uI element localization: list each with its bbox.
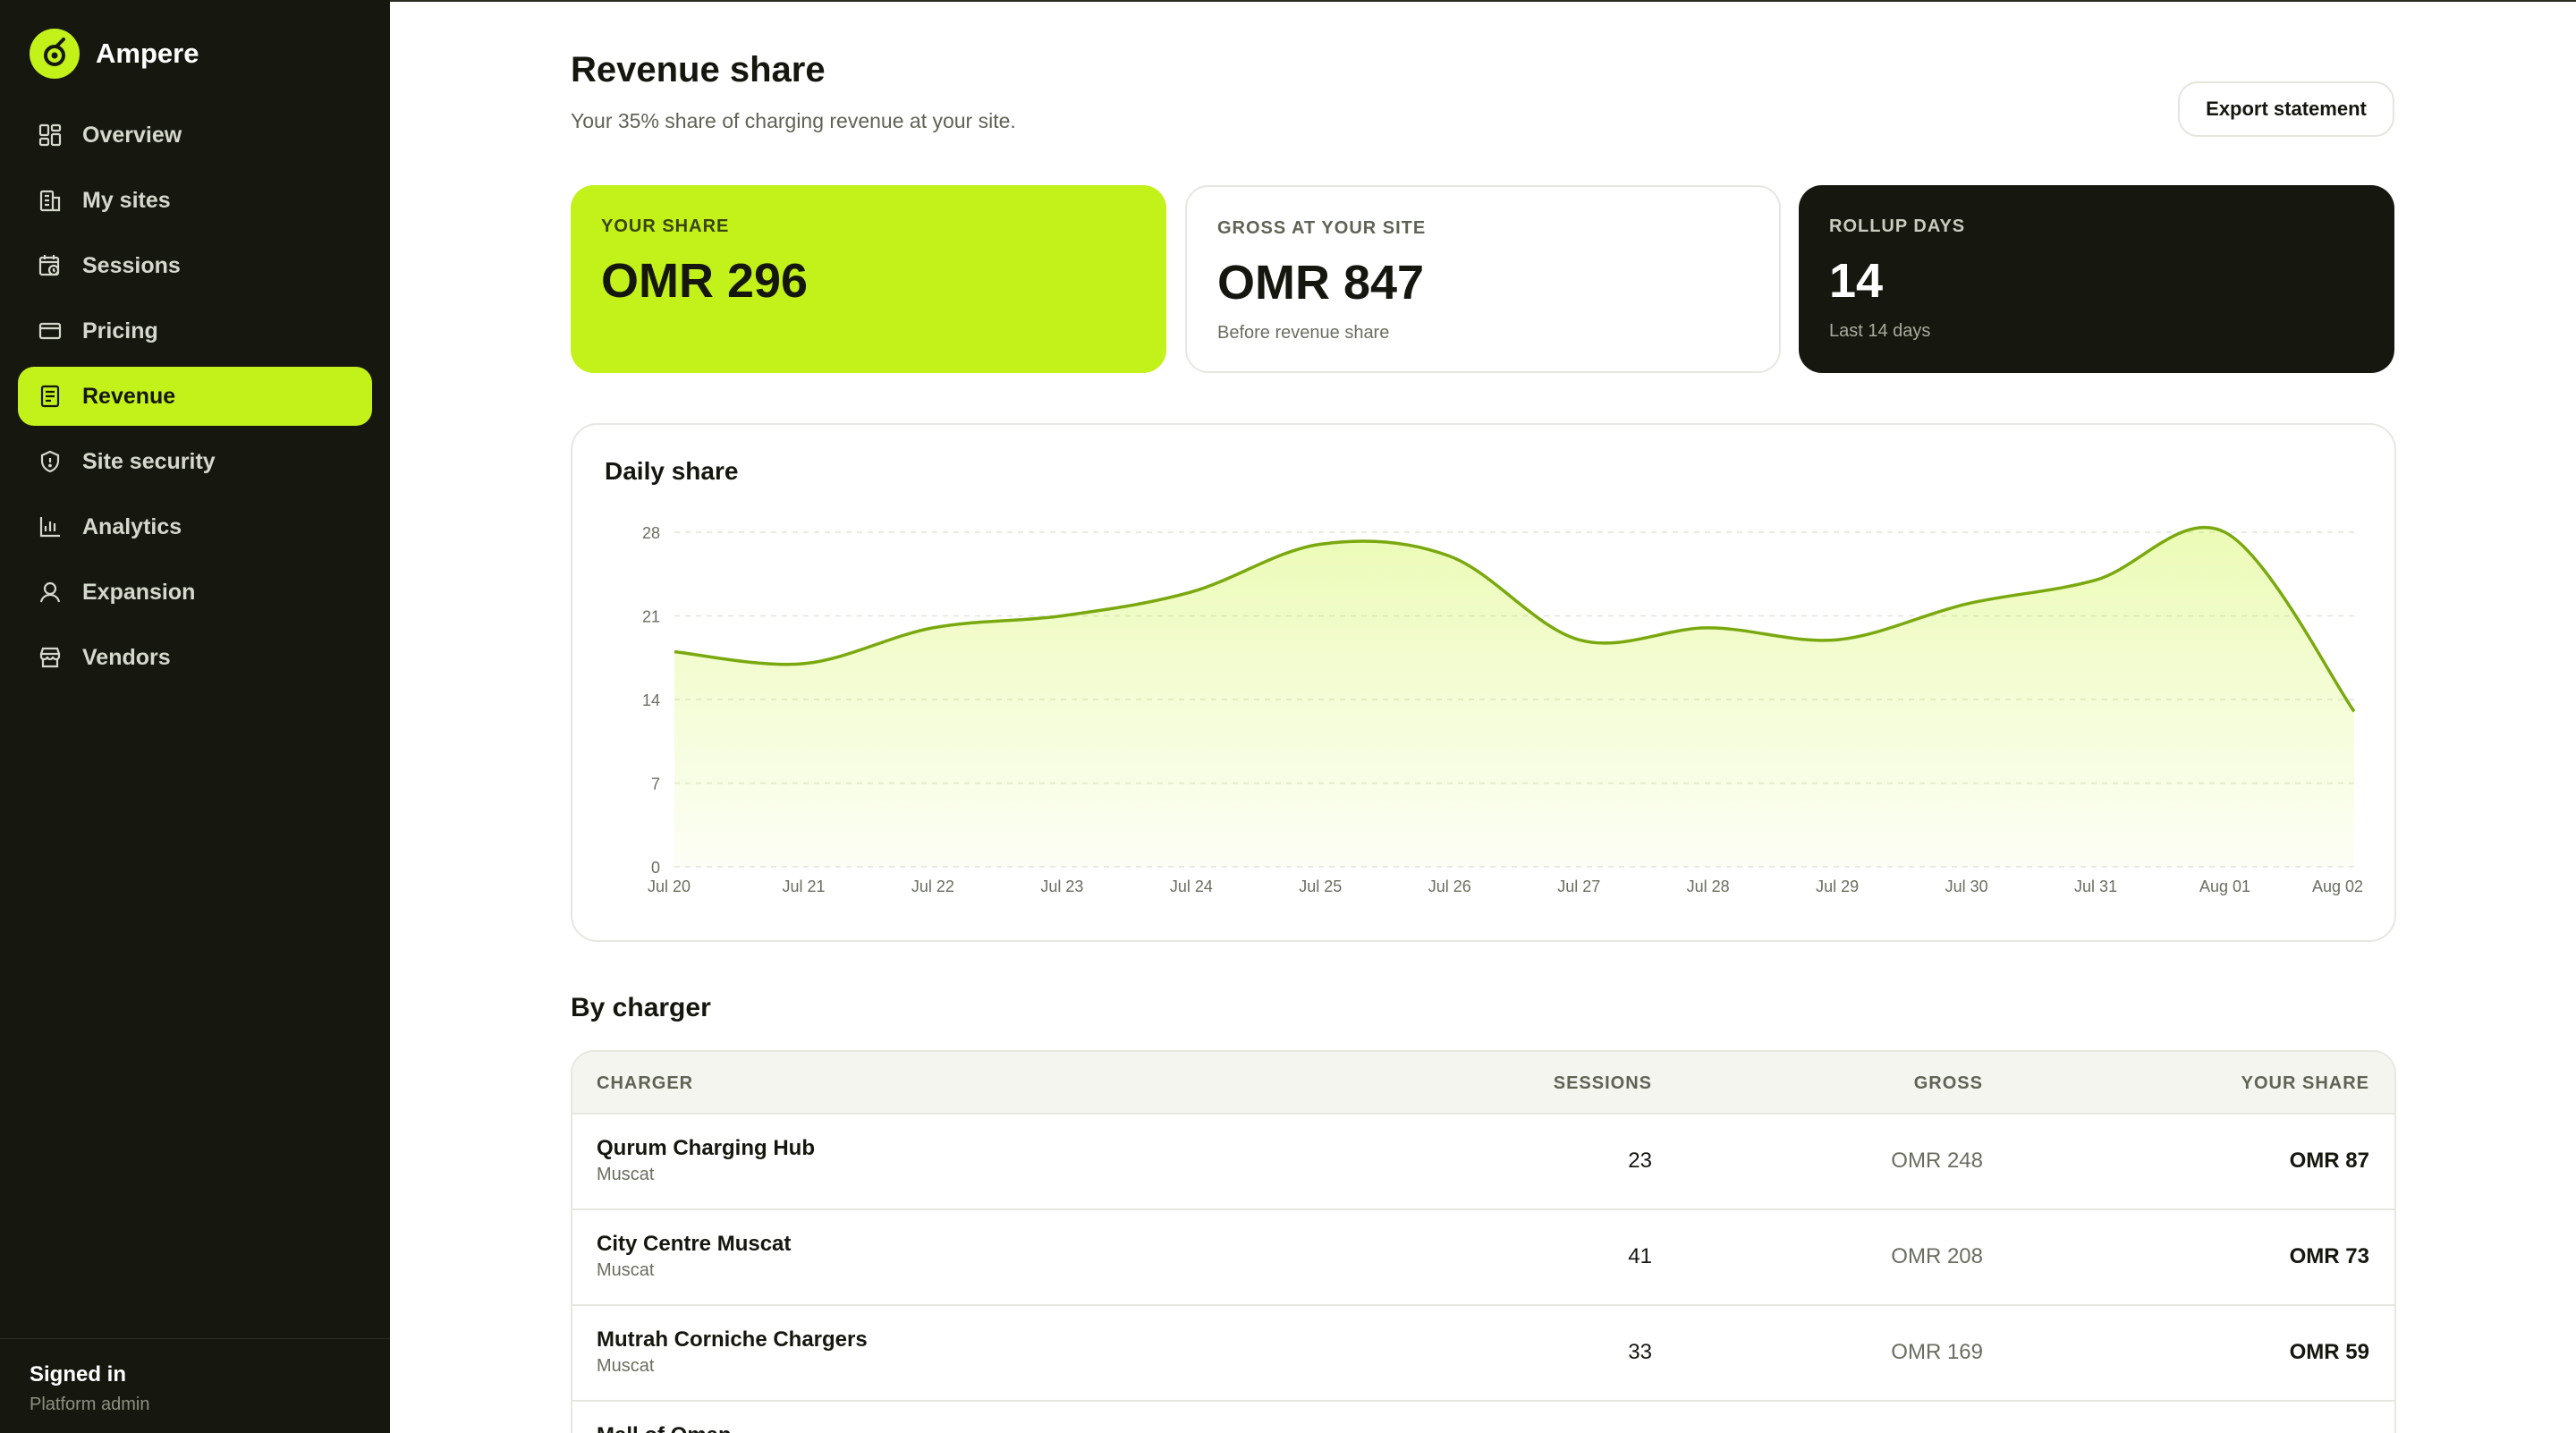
- share-cell: OMR 73: [2289, 1244, 2369, 1268]
- shield-icon: [36, 447, 64, 476]
- sidebar-item-expansion[interactable]: Expansion: [18, 563, 372, 622]
- sidebar-item-overview[interactable]: Overview: [18, 106, 372, 165]
- charger-city: Muscat: [597, 1260, 655, 1280]
- grid-icon: [36, 121, 64, 149]
- stat-card-your-share: YOUR SHARE OMR 296: [571, 185, 1166, 373]
- sidebar-item-site-security[interactable]: Site security: [18, 432, 372, 491]
- x-tick-label: Jul 26: [1428, 878, 1471, 895]
- x-tick-label: Jul 31: [2074, 878, 2117, 895]
- charger-city: Muscat: [597, 1165, 655, 1184]
- charger-name: Qurum Charging Hub: [597, 1136, 815, 1160]
- bar-chart-icon: [36, 513, 64, 541]
- sidebar-item-label: Vendors: [82, 644, 171, 670]
- chart-title: Daily share: [605, 457, 739, 485]
- stat-value: 14: [1829, 254, 1884, 308]
- y-tick-label: 7: [651, 776, 660, 793]
- signed-in-title: Signed in: [30, 1362, 126, 1386]
- gross-cell: OMR 248: [1891, 1149, 1983, 1173]
- building-icon: [36, 186, 64, 215]
- table-row[interactable]: Mutrah Corniche Chargers Muscat 33 OMR 1…: [572, 1306, 2394, 1402]
- x-tick-label: Aug 02: [2312, 878, 2363, 895]
- column-header-sessions[interactable]: SESSIONS: [1554, 1073, 1652, 1094]
- sessions-cell: 23: [1628, 1149, 1652, 1173]
- stat-subtext: Before revenue share: [1217, 323, 1390, 343]
- y-tick-label: 21: [642, 608, 660, 626]
- x-tick-label: Aug 01: [2199, 878, 2250, 895]
- page-title: Revenue share: [571, 50, 826, 89]
- sidebar-item-revenue[interactable]: Revenue: [18, 367, 372, 426]
- charger-table: CHARGER SESSIONS GROSS YOUR SHARE Qurum …: [571, 1050, 2396, 1433]
- daily-share-chart-card: 0 7 14 21 28 Jul 20 Jul 21 Jul 22 Jul 23 Jul 24 Ju…: [571, 423, 2396, 942]
- calendar-clock-icon: [36, 251, 64, 280]
- stat-value: OMR 296: [601, 254, 809, 308]
- app-name: Ampere: [96, 38, 199, 69]
- user-role: Platform admin: [30, 1395, 150, 1414]
- stat-subtext: Last 14 days: [1829, 321, 1931, 341]
- sidebar-item-vendors[interactable]: Vendors: [18, 628, 372, 687]
- charger-name: Mall of Oman: [597, 1423, 732, 1433]
- daily-share-chart: 0 7 14 21 28 Jul 20 Jul 21 Jul 22 Jul 23 Jul 24 Ju…: [642, 524, 2363, 895]
- sidebar-item-sessions[interactable]: Sessions: [18, 236, 372, 295]
- sidebar-item-label: Expansion: [82, 579, 196, 605]
- stat-label: YOUR SHARE: [601, 216, 730, 236]
- x-tick-label: Jul 20: [648, 878, 691, 895]
- stat-card-rollup-days: ROLLUP DAYS 14 Last 14 days: [1799, 185, 2394, 373]
- sidebar-item-label: Revenue: [82, 383, 176, 409]
- x-tick-label: Jul 30: [1945, 878, 1988, 895]
- gross-cell: OMR 208: [1891, 1244, 1983, 1268]
- x-tick-label: Jul 29: [1816, 878, 1859, 895]
- x-tick-label: Jul 27: [1557, 878, 1600, 895]
- stat-label: ROLLUP DAYS: [1829, 216, 1966, 236]
- x-tick-label: Jul 28: [1687, 878, 1730, 895]
- sidebar-item-analytics[interactable]: Analytics: [18, 497, 372, 556]
- x-tick-label: Jul 23: [1040, 878, 1083, 895]
- table-header: CHARGER SESSIONS GROSS YOUR SHARE: [572, 1052, 2394, 1115]
- charger-name: Mutrah Corniche Chargers: [597, 1327, 868, 1352]
- x-tick-label: Jul 21: [782, 878, 825, 895]
- page-subtitle: Your 35% share of charging revenue at yo…: [571, 109, 1016, 132]
- gross-cell: OMR 169: [1891, 1340, 1983, 1364]
- y-tick-label: 0: [651, 859, 660, 877]
- main-content: Revenue share Your 35% share of charging…: [390, 0, 2576, 1433]
- by-charger-title: By charger: [571, 993, 711, 1022]
- sessions-cell: 41: [1628, 1244, 1652, 1268]
- stat-label: GROSS AT YOUR SITE: [1217, 218, 1427, 238]
- sidebar-item-label: Analytics: [82, 513, 182, 539]
- stat-value: OMR 847: [1217, 256, 1425, 309]
- x-tick-label: Jul 22: [911, 878, 954, 895]
- share-cell: OMR 87: [2289, 1149, 2369, 1173]
- column-header-your-share[interactable]: YOUR SHARE: [2241, 1073, 2369, 1094]
- ampere-logo-icon: [30, 29, 80, 79]
- table-row[interactable]: Mall of Oman: [572, 1402, 2394, 1433]
- y-tick-label: 28: [642, 524, 660, 542]
- sidebar: Ampere Overview My sites Sessions Pricin…: [0, 0, 390, 1433]
- charger-city: Muscat: [597, 1356, 655, 1376]
- sidebar-item-pricing[interactable]: Pricing: [18, 301, 372, 360]
- store-icon: [36, 643, 64, 672]
- export-statement-button[interactable]: Export statement: [2178, 81, 2394, 137]
- column-header-gross[interactable]: GROSS: [1914, 1073, 1983, 1094]
- table-row[interactable]: Qurum Charging Hub Muscat 23 OMR 248 OMR…: [572, 1115, 2394, 1210]
- sidebar-item-label: Pricing: [82, 318, 158, 343]
- sidebar-nav: Overview My sites Sessions Pricing Reven…: [18, 106, 372, 693]
- x-tick-label: Jul 24: [1170, 878, 1213, 895]
- sessions-cell: 33: [1628, 1340, 1652, 1364]
- charger-name: City Centre Muscat: [597, 1232, 792, 1256]
- stat-card-gross: GROSS AT YOUR SITE OMR 847 Before revenu…: [1185, 185, 1781, 373]
- card-icon: [36, 317, 64, 345]
- receipt-icon: [36, 382, 64, 411]
- sidebar-item-label: My sites: [82, 187, 171, 213]
- column-header-charger[interactable]: CHARGER: [597, 1073, 693, 1094]
- x-tick-label: Jul 25: [1299, 878, 1342, 895]
- sidebar-item-label: Site security: [82, 448, 216, 474]
- sidebar-item-label: Sessions: [82, 252, 181, 278]
- map-pin-icon: [36, 578, 64, 606]
- signed-in-panel: Signed in Platform admin: [0, 1338, 390, 1433]
- share-cell: OMR 59: [2289, 1340, 2369, 1364]
- sidebar-item-label: Overview: [82, 122, 182, 148]
- brand[interactable]: Ampere: [30, 29, 199, 79]
- y-tick-label: 14: [642, 691, 660, 709]
- sidebar-item-my-sites[interactable]: My sites: [18, 171, 372, 230]
- table-row[interactable]: City Centre Muscat Muscat 41 OMR 208 OMR…: [572, 1210, 2394, 1306]
